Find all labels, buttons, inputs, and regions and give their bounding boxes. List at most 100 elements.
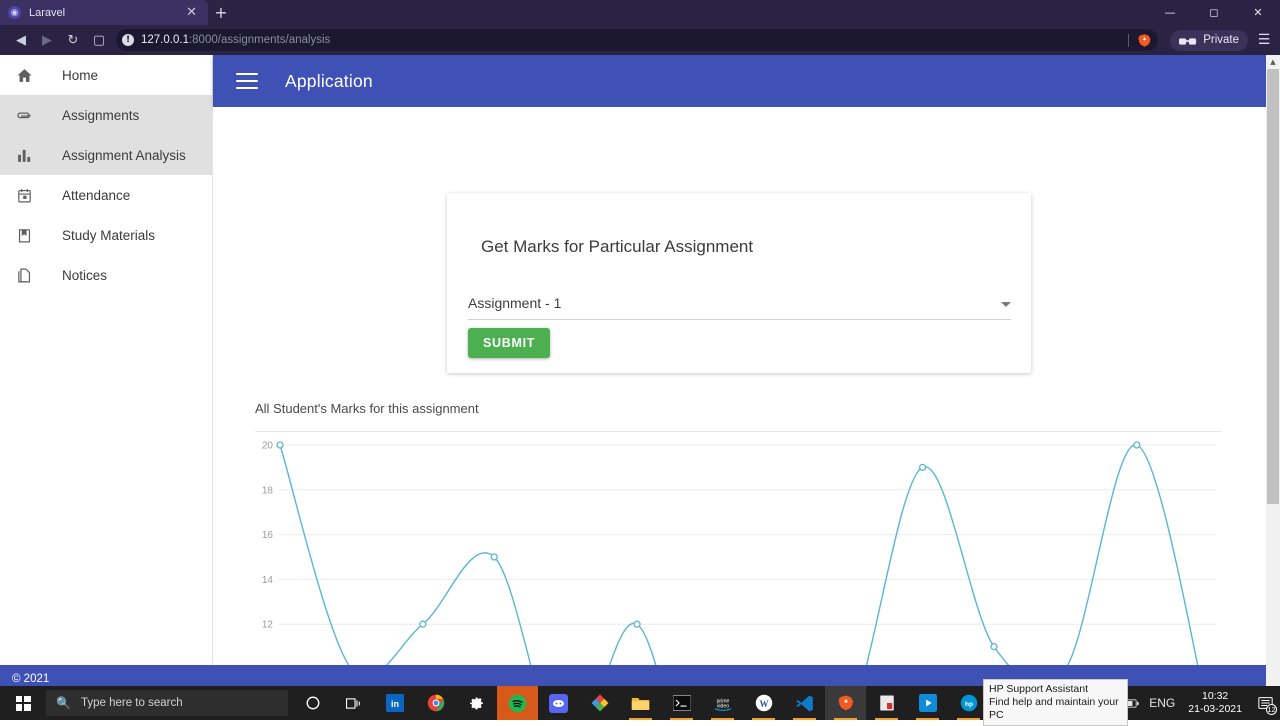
tab-title: Laravel <box>29 6 66 19</box>
laravel-icon: ◉ <box>8 6 21 19</box>
page-viewport: Home Assignments Assignment Analysis Att… <box>0 55 1280 720</box>
notification-count: 12 <box>1266 704 1277 715</box>
sidebar-item-label: Study Materials <box>62 227 156 243</box>
assignment-select-value: Assignment - 1 <box>468 295 562 311</box>
home-icon <box>12 63 36 87</box>
movies-tv-icon[interactable] <box>907 686 948 720</box>
discord-icon[interactable] <box>538 686 579 720</box>
chrome-icon[interactable] <box>415 686 456 720</box>
language-indicator[interactable]: ENG <box>1144 696 1180 710</box>
sidebar-item-assignments[interactable]: Assignments <box>0 95 212 135</box>
clock-date: 21-03-2021 <box>1188 703 1242 715</box>
paperclip-icon <box>12 103 36 127</box>
task-view-icon[interactable] <box>333 686 374 720</box>
tooltip-subtitle: Find help and maintain your PC <box>989 696 1119 721</box>
svg-text:16: 16 <box>262 530 274 541</box>
card-title: Get Marks for Particular Assignment <box>481 237 754 256</box>
pdf-reader-icon[interactable] <box>866 686 907 720</box>
forward-arrow-icon[interactable]: ▶ <box>34 28 60 52</box>
maximize-icon[interactable]: ◻ <box>1192 0 1236 25</box>
sidebar-item-label: Notices <box>62 267 108 283</box>
calendar-icon <box>12 183 36 207</box>
search-icon: 🔍 <box>56 696 71 710</box>
bookmark-icon[interactable]: ▢ <box>86 28 112 52</box>
reload-icon[interactable]: ↻ <box>60 28 86 52</box>
sidebar-item-attendance[interactable]: Attendance <box>0 175 212 215</box>
sidebar-item-label: Assignments <box>62 107 140 123</box>
linkedin-icon[interactable]: in <box>374 686 415 720</box>
chevron-down-icon <box>1001 302 1011 307</box>
documents-icon <box>12 263 36 287</box>
cortana-icon[interactable] <box>292 686 333 720</box>
windows-logo <box>15 695 31 711</box>
sidebar-item-home[interactable]: Home <box>0 55 212 95</box>
window-controls: — ◻ ✕ <box>1148 0 1280 25</box>
page-scrollbar[interactable]: ▲ ▼ <box>1266 55 1280 720</box>
divider <box>1128 33 1130 47</box>
taskbar-items: in prime video W hp <box>292 686 989 720</box>
search-placeholder: Type here to search <box>80 697 183 709</box>
assignment-select[interactable]: Assignment - 1 <box>468 295 1011 320</box>
private-mode-badge[interactable]: Private <box>1170 29 1248 51</box>
tooltip-title: HP Support Assistant <box>989 683 1089 695</box>
sidebar-item-label: Assignment Analysis <box>62 147 186 163</box>
vscode-icon[interactable] <box>784 686 825 720</box>
word-icon[interactable]: W <box>743 686 784 720</box>
browser-navbar: ◀ ▶ ↻ ▢ ! 127.0.0.1:8000/assignments/ana… <box>0 25 1280 55</box>
terminal-icon[interactable] <box>661 686 702 720</box>
new-tab-button[interactable]: + <box>212 3 230 22</box>
divider <box>255 431 1222 432</box>
browser-menu-icon[interactable]: ☰ <box>1256 32 1272 48</box>
sidebar-item-notices[interactable]: Notices <box>0 255 212 295</box>
brave-icon[interactable] <box>825 686 866 720</box>
hamburger-menu-icon[interactable] <box>236 73 258 89</box>
spotify-icon[interactable] <box>497 686 538 720</box>
svg-text:video: video <box>716 703 728 709</box>
svg-text:12: 12 <box>262 620 274 631</box>
hp-support-tooltip: HP Support Assistant Find help and maint… <box>983 679 1128 726</box>
prime-video-icon[interactable]: prime video <box>702 686 743 720</box>
url-host: 127.0.0.1 <box>141 34 189 46</box>
notifications-icon[interactable]: 12 <box>1250 686 1280 720</box>
app-bar: Application <box>213 55 1266 107</box>
private-label: Private <box>1203 34 1239 46</box>
page-title: Application <box>285 70 373 91</box>
scroll-up-arrow-icon[interactable]: ▲ <box>1266 55 1280 69</box>
marks-form-card: Get Marks for Particular Assignment Assi… <box>447 193 1031 373</box>
svg-text:hp: hp <box>964 701 972 708</box>
submit-button[interactable]: SUBMIT <box>468 328 551 358</box>
svg-text:14: 14 <box>262 575 274 586</box>
svg-text:18: 18 <box>262 485 274 496</box>
sidebar-item-label: Home <box>62 67 99 83</box>
file-explorer-icon[interactable] <box>620 686 661 720</box>
settings-gear-icon[interactable] <box>456 686 497 720</box>
close-icon[interactable]: ✕ <box>183 6 200 19</box>
paint-3d-icon[interactable] <box>579 686 620 720</box>
windows-start-icon[interactable] <box>0 686 46 720</box>
svg-text:W: W <box>759 699 768 709</box>
window-close-icon[interactable]: ✕ <box>1236 0 1280 25</box>
scrollbar-thumb[interactable] <box>1267 69 1279 504</box>
not-secure-icon[interactable]: ! <box>122 34 134 46</box>
back-arrow-icon[interactable]: ◀ <box>8 28 34 52</box>
clock[interactable]: 10:32 21-03-2021 <box>1180 690 1250 716</box>
clock-time: 10:32 <box>1202 690 1229 702</box>
brave-lion-icon[interactable] <box>1136 32 1152 48</box>
chart-svg: 201816141210 <box>262 441 1216 665</box>
url-path: :8000/assignments/analysis <box>188 34 331 46</box>
main-content: Get Marks for Particular Assignment Assi… <box>213 107 1266 665</box>
browser-titlebar: ◉ Laravel ✕ + — ◻ ✕ <box>0 0 1280 25</box>
sidebar-item-study-materials[interactable]: Study Materials <box>0 215 212 255</box>
browser-tab[interactable]: ◉ Laravel ✕ <box>0 0 208 25</box>
browser-chrome: ◉ Laravel ✕ + — ◻ ✕ ◀ ▶ ↻ ▢ ! 127.0.0.1:… <box>0 0 1280 55</box>
svg-text:20: 20 <box>262 441 274 452</box>
copyright-text: © 2021 <box>12 672 50 685</box>
search-input[interactable]: 🔍 Type here to search <box>46 690 288 716</box>
sidebar-item-assignment-analysis[interactable]: Assignment Analysis <box>0 135 212 175</box>
book-icon <box>12 223 36 247</box>
sidebar: Home Assignments Assignment Analysis Att… <box>0 55 213 665</box>
address-bar[interactable]: ! 127.0.0.1:8000/assignments/analysis <box>116 29 1159 51</box>
marks-line-chart[interactable]: 201816141210 <box>255 437 1222 665</box>
svg-text:in: in <box>391 699 399 709</box>
minimize-icon[interactable]: — <box>1148 0 1192 25</box>
